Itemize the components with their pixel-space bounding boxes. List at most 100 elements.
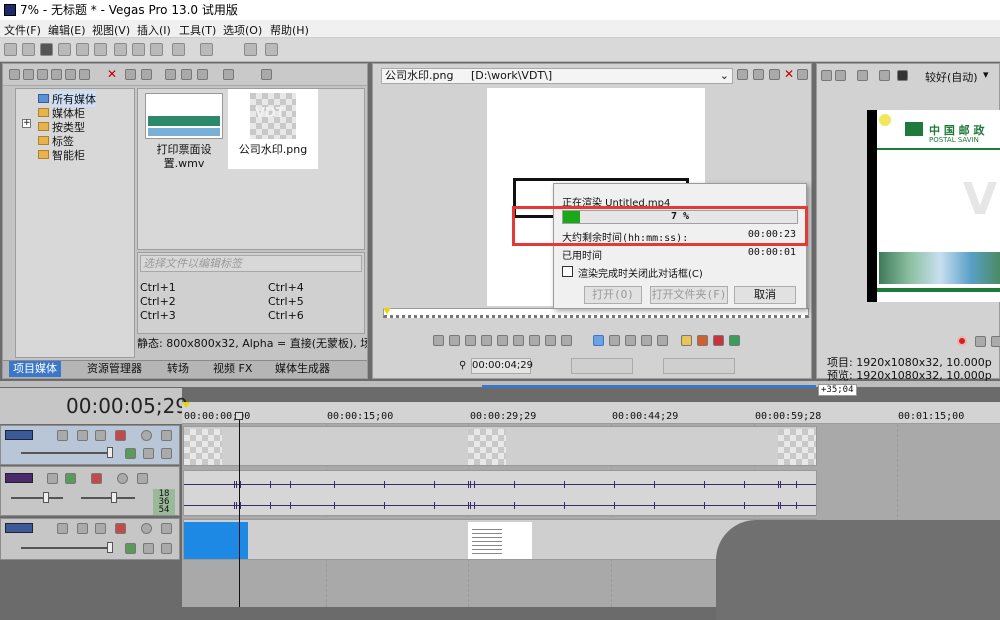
zoom-icon[interactable] [261, 69, 272, 80]
refresh-icon[interactable] [65, 69, 76, 80]
record-icon[interactable] [957, 336, 967, 346]
play-icon[interactable] [465, 335, 476, 346]
track-header-video-1[interactable] [0, 425, 180, 465]
tag-input[interactable]: 选择文件以编辑标签 [140, 255, 362, 272]
add-before-icon[interactable] [625, 335, 636, 346]
solo-icon[interactable] [161, 430, 172, 441]
parent-icon[interactable] [161, 448, 172, 459]
trimmer-monitor-icon[interactable] [797, 69, 808, 80]
auto-preview-icon[interactable] [197, 69, 208, 80]
menu-options[interactable]: 选项(O) [223, 22, 262, 38]
track-header-video-2[interactable] [0, 518, 180, 560]
solo-icon[interactable] [161, 523, 172, 534]
save-as-icon[interactable] [58, 43, 71, 56]
level-slider-thumb[interactable] [107, 447, 113, 458]
close-on-complete-checkbox[interactable] [562, 266, 573, 277]
preview-fx-icon[interactable] [835, 70, 846, 81]
new-icon[interactable] [4, 43, 17, 56]
chevron-down-icon[interactable]: ⌄ [720, 69, 729, 83]
cursor-marker-icon[interactable] [182, 402, 190, 408]
audio-mute-icon[interactable] [117, 473, 128, 484]
media-fx-icon[interactable] [125, 69, 136, 80]
preview-settings-icon[interactable] [821, 70, 832, 81]
next-frame-icon[interactable] [561, 335, 572, 346]
track-fx-icon[interactable] [77, 430, 88, 441]
selection-icon[interactable] [729, 335, 740, 346]
capture-icon[interactable] [23, 69, 34, 80]
get-media-icon[interactable] [37, 69, 48, 80]
trimmer-clear-icon[interactable] [769, 69, 780, 80]
menu-help[interactable]: 帮助(H) [270, 22, 309, 38]
audio-solo-icon[interactable] [137, 473, 148, 484]
trimmer-scrub-bar[interactable] [383, 308, 809, 318]
go-to-end-icon[interactable] [529, 335, 540, 346]
volume-slider-thumb[interactable] [43, 492, 49, 503]
composite-mode-icon[interactable] [143, 543, 154, 554]
menu-view[interactable]: 视图(V) [92, 22, 130, 38]
track-motion-icon[interactable] [57, 523, 68, 534]
trimmer-timecode[interactable]: 00:00:04;29 [471, 358, 533, 374]
loop-preview-icon[interactable] [975, 336, 986, 347]
split-screen-icon[interactable] [857, 70, 868, 81]
properties-icon[interactable] [94, 43, 107, 56]
import-media-icon[interactable] [9, 69, 20, 80]
track-settings-icon[interactable] [115, 523, 126, 534]
cancel-button[interactable]: 取消 [734, 286, 796, 304]
menu-insert[interactable]: 插入(I) [137, 22, 171, 38]
stop-media-icon[interactable] [181, 69, 192, 80]
play-from-start-icon[interactable] [449, 335, 460, 346]
trimmer-file-select[interactable]: 公司水印.png [D:\work\VDT\] ⌄ [381, 68, 733, 84]
parent-icon[interactable] [161, 543, 172, 554]
open-icon[interactable] [22, 43, 35, 56]
arm-record-icon[interactable] [47, 473, 58, 484]
marker-icon[interactable] [697, 335, 708, 346]
audio-track-lane[interactable] [183, 470, 817, 516]
open-button[interactable]: 打开(O) [584, 286, 642, 304]
tree-smart-bins[interactable]: 智能柜 [52, 147, 85, 163]
track-motion-icon[interactable] [57, 430, 68, 441]
preview-quality-select[interactable]: 较好(自动) [925, 69, 978, 85]
pan-slider-thumb[interactable] [111, 492, 117, 503]
snapshot-icon[interactable] [991, 336, 1000, 347]
track-settings-icon[interactable] [115, 430, 126, 441]
level-slider[interactable] [21, 452, 109, 454]
composite-child-icon[interactable] [125, 543, 136, 554]
trimmer-settings-icon[interactable] [737, 69, 748, 80]
menu-tools[interactable]: 工具(T) [179, 22, 216, 38]
extract-audio-icon[interactable] [51, 69, 62, 80]
audio-settings-icon[interactable] [91, 473, 102, 484]
remove-icon[interactable]: ✕ [107, 68, 118, 80]
cut-icon[interactable] [114, 43, 127, 56]
loop-icon[interactable] [433, 335, 444, 346]
level-slider[interactable] [21, 547, 109, 549]
tab-project-media[interactable]: 项目媒体 [9, 361, 61, 377]
loop-region-bar[interactable] [482, 385, 816, 388]
open-folder-button[interactable]: 打开文件夹(F) [650, 286, 728, 304]
add-after-icon[interactable] [641, 335, 652, 346]
playhead-handle[interactable] [235, 412, 243, 420]
media-properties-icon[interactable] [141, 69, 152, 80]
playhead-marker-icon[interactable] [383, 308, 391, 314]
mute-icon[interactable] [141, 523, 152, 534]
composite-child-icon[interactable] [125, 448, 136, 459]
tab-video-fx[interactable]: 视频 FX [209, 361, 256, 377]
search-media-icon[interactable] [79, 69, 90, 80]
chevron-down-icon[interactable]: ▾ [983, 68, 989, 81]
add-to-timeline-icon[interactable] [609, 335, 620, 346]
tab-explorer[interactable]: 资源管理器 [83, 361, 146, 377]
overlays-icon[interactable] [879, 70, 890, 81]
media-item[interactable]: 打印票面设置.wmv [142, 93, 226, 171]
render-icon[interactable] [76, 43, 89, 56]
stop-icon[interactable] [497, 335, 508, 346]
level-slider-thumb[interactable] [107, 542, 113, 553]
trimmer-fx-icon[interactable] [753, 69, 764, 80]
trimmer-out-point[interactable] [663, 358, 735, 374]
views-icon[interactable] [223, 69, 234, 80]
fit-to-fill-icon[interactable] [657, 335, 668, 346]
trimmer-in-point[interactable] [571, 358, 633, 374]
trimmer-close-icon[interactable]: ✕ [784, 68, 795, 80]
previous-frame-icon[interactable] [545, 335, 556, 346]
paste-icon[interactable] [150, 43, 163, 56]
pan-slider[interactable] [81, 497, 135, 499]
play-media-icon[interactable] [165, 69, 176, 80]
